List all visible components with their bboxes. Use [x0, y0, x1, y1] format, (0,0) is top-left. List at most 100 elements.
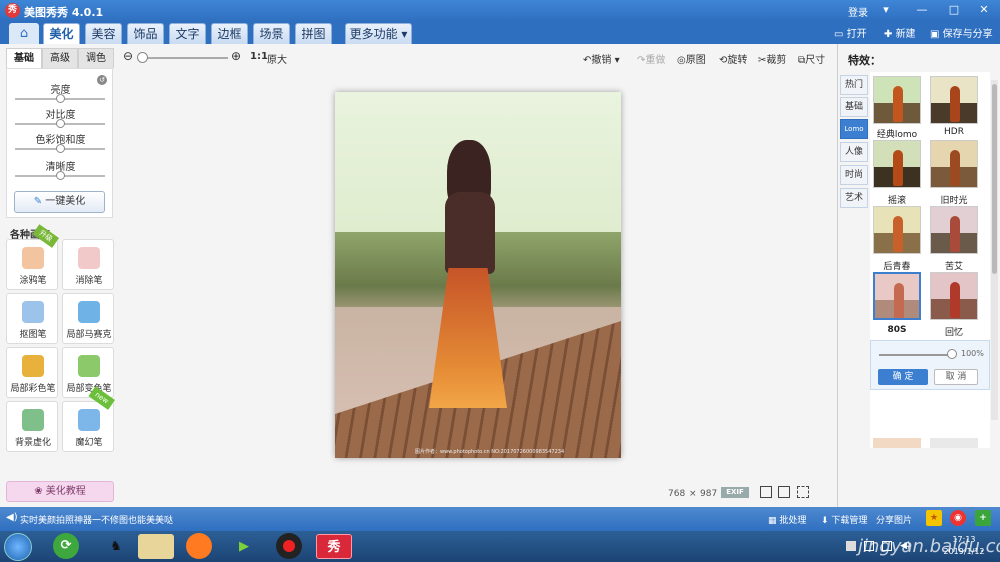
open-button[interactable]: ▭ 打开 [834, 25, 867, 40]
contrast-knob[interactable] [56, 119, 65, 128]
tutorial-button[interactable]: ❀ 美化教程 [6, 481, 114, 502]
saturation-knob[interactable] [56, 144, 65, 153]
cancel-button[interactable]: 取 消 [934, 369, 978, 385]
magic-brush-button[interactable]: new 魔幻笔 [62, 386, 115, 452]
effect-thumb-hdr[interactable] [930, 76, 978, 124]
thumb-figure [893, 150, 903, 186]
share-image-button[interactable]: 分享图片 [876, 513, 912, 526]
batch-button[interactable]: ▦ 批处理 [768, 513, 806, 526]
effect-thumb-wormwood[interactable] [930, 206, 978, 254]
ratio-button[interactable]: 1:1 [250, 51, 268, 62]
thumb-figure [950, 150, 960, 186]
keyboard-icon[interactable] [846, 541, 856, 551]
effect-thumb-80s[interactable] [873, 272, 921, 320]
download-manager-button[interactable]: ⬇ 下载管理 [821, 513, 867, 526]
tab-basic[interactable]: 基础 [6, 48, 42, 68]
background-blur-button[interactable]: 背景虚化 [6, 401, 58, 452]
start-button-icon[interactable] [4, 533, 32, 561]
home-icon[interactable]: ⌂ [9, 23, 39, 44]
opacity-slider[interactable] [879, 354, 951, 356]
zoom-knob[interactable] [137, 52, 148, 63]
main-menu: ⌂ 美化 美容 饰品 文字 边框 场景 拼图 更多功能 ▾ ▭ 打开 ✚ 新建 … [0, 21, 1000, 44]
qq-icon[interactable]: ♞ [100, 534, 132, 559]
redo-label: 重做 [645, 55, 666, 66]
firefox-icon[interactable] [186, 533, 212, 559]
meitu-window: 秀 美图秀秀 4.0.1 登录 ▾ — □ ✕ ⌂ 美化 美容 饰品 文字 边框… [0, 0, 1000, 562]
doodle-brush-button[interactable]: 升级 涂鸦笔 [6, 224, 59, 290]
fit-view-icon[interactable] [797, 486, 809, 498]
category-fashion[interactable]: 时尚 [840, 165, 868, 185]
tab-scenes[interactable]: 场景 [253, 23, 290, 44]
zoom-slider[interactable] [141, 57, 228, 59]
category-basic[interactable]: 基础 [840, 97, 868, 117]
compare-view-icon[interactable] [778, 486, 790, 498]
exif-button[interactable]: EXIF [721, 487, 749, 498]
tab-beautify[interactable]: 美化 [43, 23, 80, 44]
weibo-icon[interactable]: ◉ [950, 510, 966, 526]
redo-button[interactable]: ↷重做 [637, 51, 665, 66]
edited-photo[interactable]: 图片作者：www.photophoto.cn NO:20170726000983… [335, 92, 621, 458]
eraser-brush-button[interactable]: 消除笔 [62, 239, 114, 290]
effect-thumb-next[interactable] [873, 438, 921, 448]
original-image-button[interactable]: ◎原图 [677, 51, 706, 66]
brightness-knob[interactable] [56, 94, 65, 103]
opacity-knob[interactable] [947, 349, 957, 359]
cutout-brush-button[interactable]: 抠图笔 [6, 293, 58, 344]
status-message[interactable]: 实时美颜拍照神器一不修图也能美美哒 [20, 513, 173, 526]
recolor-brush-button[interactable]: 局部变色笔 [62, 347, 114, 398]
tab-frames[interactable]: 边框 [211, 23, 248, 44]
brush-label: 消除笔 [75, 276, 103, 286]
resize-button[interactable]: ⧉尺寸 [798, 51, 825, 66]
effect-thumb-classic-lomo[interactable] [873, 76, 921, 124]
app-360-icon[interactable]: ⟳ [53, 533, 79, 559]
original-size-button[interactable]: 原大 [267, 51, 287, 66]
single-view-icon[interactable] [760, 486, 772, 498]
tab-decorations[interactable]: 饰品 [127, 23, 164, 44]
file-explorer-icon[interactable] [138, 534, 174, 559]
thumb-figure [894, 283, 904, 318]
add-icon[interactable]: + [975, 510, 991, 526]
effect-thumb-memories[interactable] [930, 272, 978, 320]
tab-more[interactable]: 更多功能 ▾ [345, 23, 412, 44]
skin-menu-icon[interactable]: ▾ [876, 2, 896, 18]
save-share-button[interactable]: ▣ 保存与分享 [930, 25, 993, 40]
mosaic-brush-button[interactable]: 局部马赛克 [62, 293, 114, 344]
download-label: 下载管理 [831, 516, 868, 526]
effect-thumb-youth[interactable] [873, 206, 921, 254]
tab-advanced[interactable]: 高级 [42, 48, 78, 68]
effect-thumb-rock[interactable] [873, 140, 921, 188]
video-app-icon[interactable]: ▶ [228, 534, 260, 559]
brush-label: 涂鸦笔 [19, 276, 47, 286]
sharpness-knob[interactable] [56, 171, 65, 180]
effect-thumb-next[interactable] [930, 438, 978, 448]
category-art[interactable]: 艺术 [840, 188, 868, 208]
meitu-taskbar-icon[interactable]: 秀 [316, 534, 352, 559]
effect-thumb-old-times[interactable] [930, 140, 978, 188]
effect-label: 旧时光 [940, 196, 968, 206]
tab-collage[interactable]: 拼图 [295, 23, 332, 44]
minimize-button[interactable]: — [912, 2, 932, 18]
login-link[interactable]: 登录 [848, 4, 868, 19]
tab-color[interactable]: 调色 [78, 48, 114, 68]
category-lomo[interactable]: Lomo [840, 119, 868, 139]
effects-scroll-thumb[interactable] [992, 84, 997, 274]
crop-button[interactable]: ✂裁剪 [758, 51, 786, 66]
undo-button[interactable]: ↶撤销 ▾ [583, 51, 620, 66]
category-portrait[interactable]: 人像 [840, 142, 868, 162]
rotate-button[interactable]: ⟲旋转 [719, 51, 747, 66]
vip-star-icon[interactable]: ★ [926, 510, 942, 526]
zoom-out-icon[interactable]: ⊖ [123, 49, 133, 63]
new-button[interactable]: ✚ 新建 [884, 25, 916, 40]
color-brush-button[interactable]: 局部彩色笔 [6, 347, 58, 398]
maximize-button[interactable]: □ [944, 2, 964, 18]
effects-grid: 经典lomo HDR 摇滚 旧时光 后青春 苦艾 80S 回忆 [870, 72, 990, 448]
zoom-in-icon[interactable]: ⊕ [231, 49, 241, 63]
category-hot[interactable]: 热门 [840, 75, 868, 95]
confirm-button[interactable]: 确 定 [878, 369, 928, 385]
one-key-beautify-button[interactable]: ✎ 一键美化 [14, 191, 105, 213]
tab-face[interactable]: 美容 [85, 23, 122, 44]
tab-text[interactable]: 文字 [169, 23, 206, 44]
close-button[interactable]: ✕ [974, 2, 994, 18]
blur-icon [22, 409, 44, 431]
recorder-icon[interactable] [276, 533, 302, 559]
